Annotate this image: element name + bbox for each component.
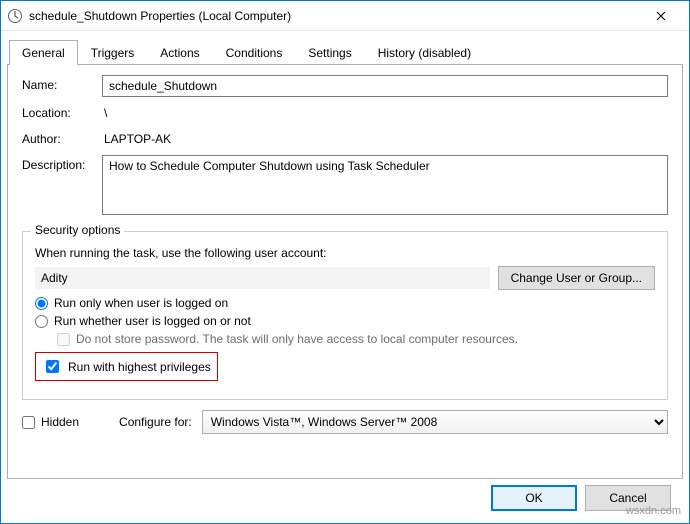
change-user-button[interactable]: Change User or Group... <box>498 266 655 290</box>
name-label: Name: <box>22 75 102 92</box>
configure-for-select[interactable]: Windows Vista™, Windows Server™ 2008 <box>202 410 668 434</box>
tabpage-general: Name: Location: \ Author: LAPTOP-AK Desc… <box>7 64 683 479</box>
checkbox-do-not-store-label: Do not store password. The task will onl… <box>76 332 518 346</box>
description-label: Description: <box>22 155 102 172</box>
tab-conditions[interactable]: Conditions <box>213 40 296 65</box>
row-description: Description: How to Schedule Computer Sh… <box>22 155 668 215</box>
configure-for-label: Configure for: <box>119 415 192 429</box>
dialog-footer: OK Cancel <box>7 479 683 517</box>
radio-run-loggedon[interactable]: Run only when user is logged on <box>35 296 655 310</box>
radio-run-whether-input[interactable] <box>35 315 48 328</box>
user-account-text: Adity <box>35 267 490 289</box>
row-name: Name: <box>22 75 668 97</box>
highest-privileges-row: Run with highest privileges <box>35 352 655 381</box>
author-value: LAPTOP-AK <box>102 129 173 149</box>
location-value: \ <box>102 103 109 123</box>
security-options-group: Security options When running the task, … <box>22 231 668 400</box>
titlebar: schedule_Shutdown Properties (Local Comp… <box>1 1 689 31</box>
dialog-window: schedule_Shutdown Properties (Local Comp… <box>0 0 690 524</box>
client-area: General Triggers Actions Conditions Sett… <box>1 31 689 523</box>
cancel-button[interactable]: Cancel <box>585 485 671 511</box>
checkbox-hidden-label: Hidden <box>41 415 79 429</box>
tab-settings[interactable]: Settings <box>295 40 364 65</box>
radio-run-whether[interactable]: Run whether user is logged on or not <box>35 314 655 328</box>
location-label: Location: <box>22 103 102 120</box>
bottom-row: Hidden Configure for: Windows Vista™, Wi… <box>22 410 668 434</box>
task-scheduler-icon <box>7 8 23 24</box>
user-account-row: Adity Change User or Group... <box>35 266 655 290</box>
row-author: Author: LAPTOP-AK <box>22 129 668 149</box>
highest-privileges-highlight: Run with highest privileges <box>35 352 218 381</box>
checkbox-do-not-store: Do not store password. The task will onl… <box>57 332 655 346</box>
tab-history[interactable]: History (disabled) <box>365 40 484 65</box>
radio-run-whether-label: Run whether user is logged on or not <box>54 314 251 328</box>
close-icon <box>656 11 666 21</box>
tab-actions[interactable]: Actions <box>147 40 212 65</box>
radio-run-loggedon-label: Run only when user is logged on <box>54 296 228 310</box>
ok-button[interactable]: OK <box>491 485 577 511</box>
checkbox-do-not-store-input <box>57 333 70 346</box>
security-legend: Security options <box>31 223 124 237</box>
checkbox-highest-privileges-label: Run with highest privileges <box>68 360 211 374</box>
tabstrip: General Triggers Actions Conditions Sett… <box>7 39 683 64</box>
checkbox-highest-privileges[interactable] <box>46 360 59 373</box>
description-input[interactable]: How to Schedule Computer Shutdown using … <box>102 155 668 215</box>
tab-general[interactable]: General <box>9 40 78 65</box>
security-intro: When running the task, use the following… <box>35 246 655 260</box>
row-location: Location: \ <box>22 103 668 123</box>
radio-run-loggedon-input[interactable] <box>35 297 48 310</box>
tab-triggers[interactable]: Triggers <box>78 40 148 65</box>
name-input[interactable] <box>102 75 668 97</box>
author-label: Author: <box>22 129 102 146</box>
checkbox-hidden[interactable] <box>22 416 35 429</box>
window-title: schedule_Shutdown Properties (Local Comp… <box>29 9 641 23</box>
window-close-button[interactable] <box>641 2 681 30</box>
checkbox-hidden-row[interactable]: Hidden <box>22 415 79 429</box>
